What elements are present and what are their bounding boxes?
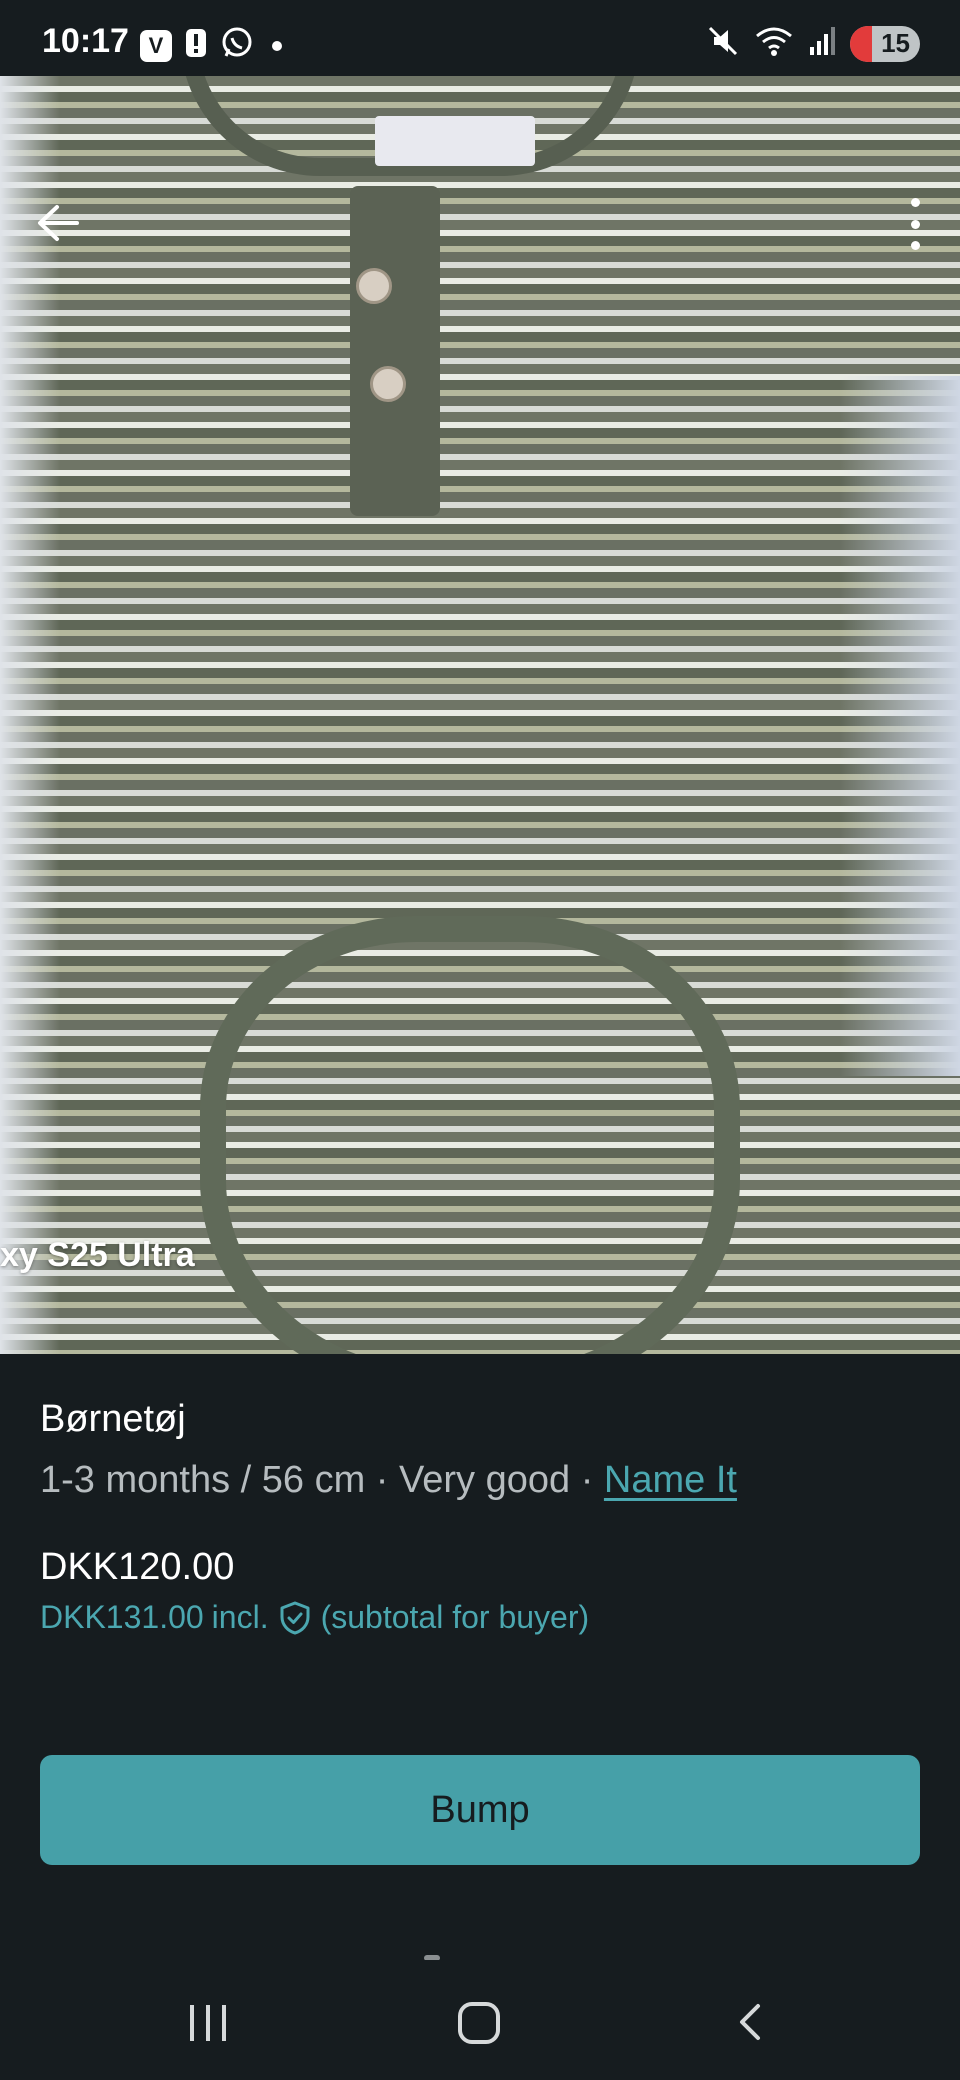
system-icons: 15 <box>706 24 920 63</box>
buyer-protection-shield-icon[interactable] <box>277 1600 313 1636</box>
photo-background-left <box>0 76 60 1354</box>
buyer-price: DKK131.00 <box>40 1599 204 1635</box>
brand-link[interactable]: Name It <box>604 1459 737 1501</box>
battery-level: 15 <box>881 28 910 58</box>
garment-placket <box>350 186 440 516</box>
alert-icon <box>184 27 208 64</box>
system-back-button[interactable] <box>732 2002 772 2042</box>
bump-button[interactable]: Bump <box>40 1755 920 1865</box>
recents-button[interactable] <box>190 2005 226 2041</box>
home-button[interactable] <box>458 2002 500 2044</box>
photo-background-right <box>840 376 960 1076</box>
recents-icon-bar <box>206 2005 210 2041</box>
back-button[interactable] <box>30 196 84 250</box>
listing-meta: 1-3 months / 56 cm · Very good · Name It <box>40 1459 920 1502</box>
whatsapp-icon <box>220 26 254 65</box>
status-bar: 10:17 V 15 <box>0 0 960 76</box>
system-nav-bar <box>0 1960 960 2080</box>
garment-crotch-trim <box>200 916 740 1354</box>
garment-button <box>370 366 406 402</box>
garment-button <box>356 268 392 304</box>
product-photo[interactable]: xy S25 Ultra <box>0 76 960 1354</box>
recents-icon-bar <box>190 2005 194 2041</box>
kebab-dot <box>910 198 920 207</box>
listing-title: Børnetøj <box>40 1398 186 1440</box>
battery-icon: 15 <box>850 25 920 62</box>
more-notifications-dot <box>272 40 282 51</box>
battery-low-indicator <box>850 25 872 62</box>
photo-watermark: xy S25 Ultra <box>0 1236 195 1274</box>
more-options-button[interactable] <box>900 194 930 254</box>
recents-icon-bar <box>222 2005 226 2041</box>
kebab-dot <box>910 241 920 250</box>
v-app-icon: V <box>140 29 172 62</box>
incl-label: incl. <box>211 1599 269 1635</box>
buyer-price-row[interactable]: DKK131.00 incl. (subtotal for buyer) <box>40 1599 920 1636</box>
garment-label <box>375 116 535 166</box>
wifi-icon <box>754 24 794 63</box>
clock: 10:17 <box>42 22 129 60</box>
chevron-left-icon <box>740 2004 760 2040</box>
buyer-note: (subtotal for buyer) <box>320 1599 590 1635</box>
listing-details: Børnetøj 1-3 months / 56 cm · Very good … <box>40 1398 920 1636</box>
signal-icon <box>808 25 836 62</box>
size-condition-text: 1-3 months / 56 cm · Very good · <box>40 1459 604 1501</box>
arrow-left-icon <box>38 205 79 241</box>
listing-price: DKK120.00 <box>40 1546 235 1588</box>
mute-icon <box>706 24 740 63</box>
kebab-dot <box>910 219 920 229</box>
notification-icons: V <box>140 26 282 65</box>
